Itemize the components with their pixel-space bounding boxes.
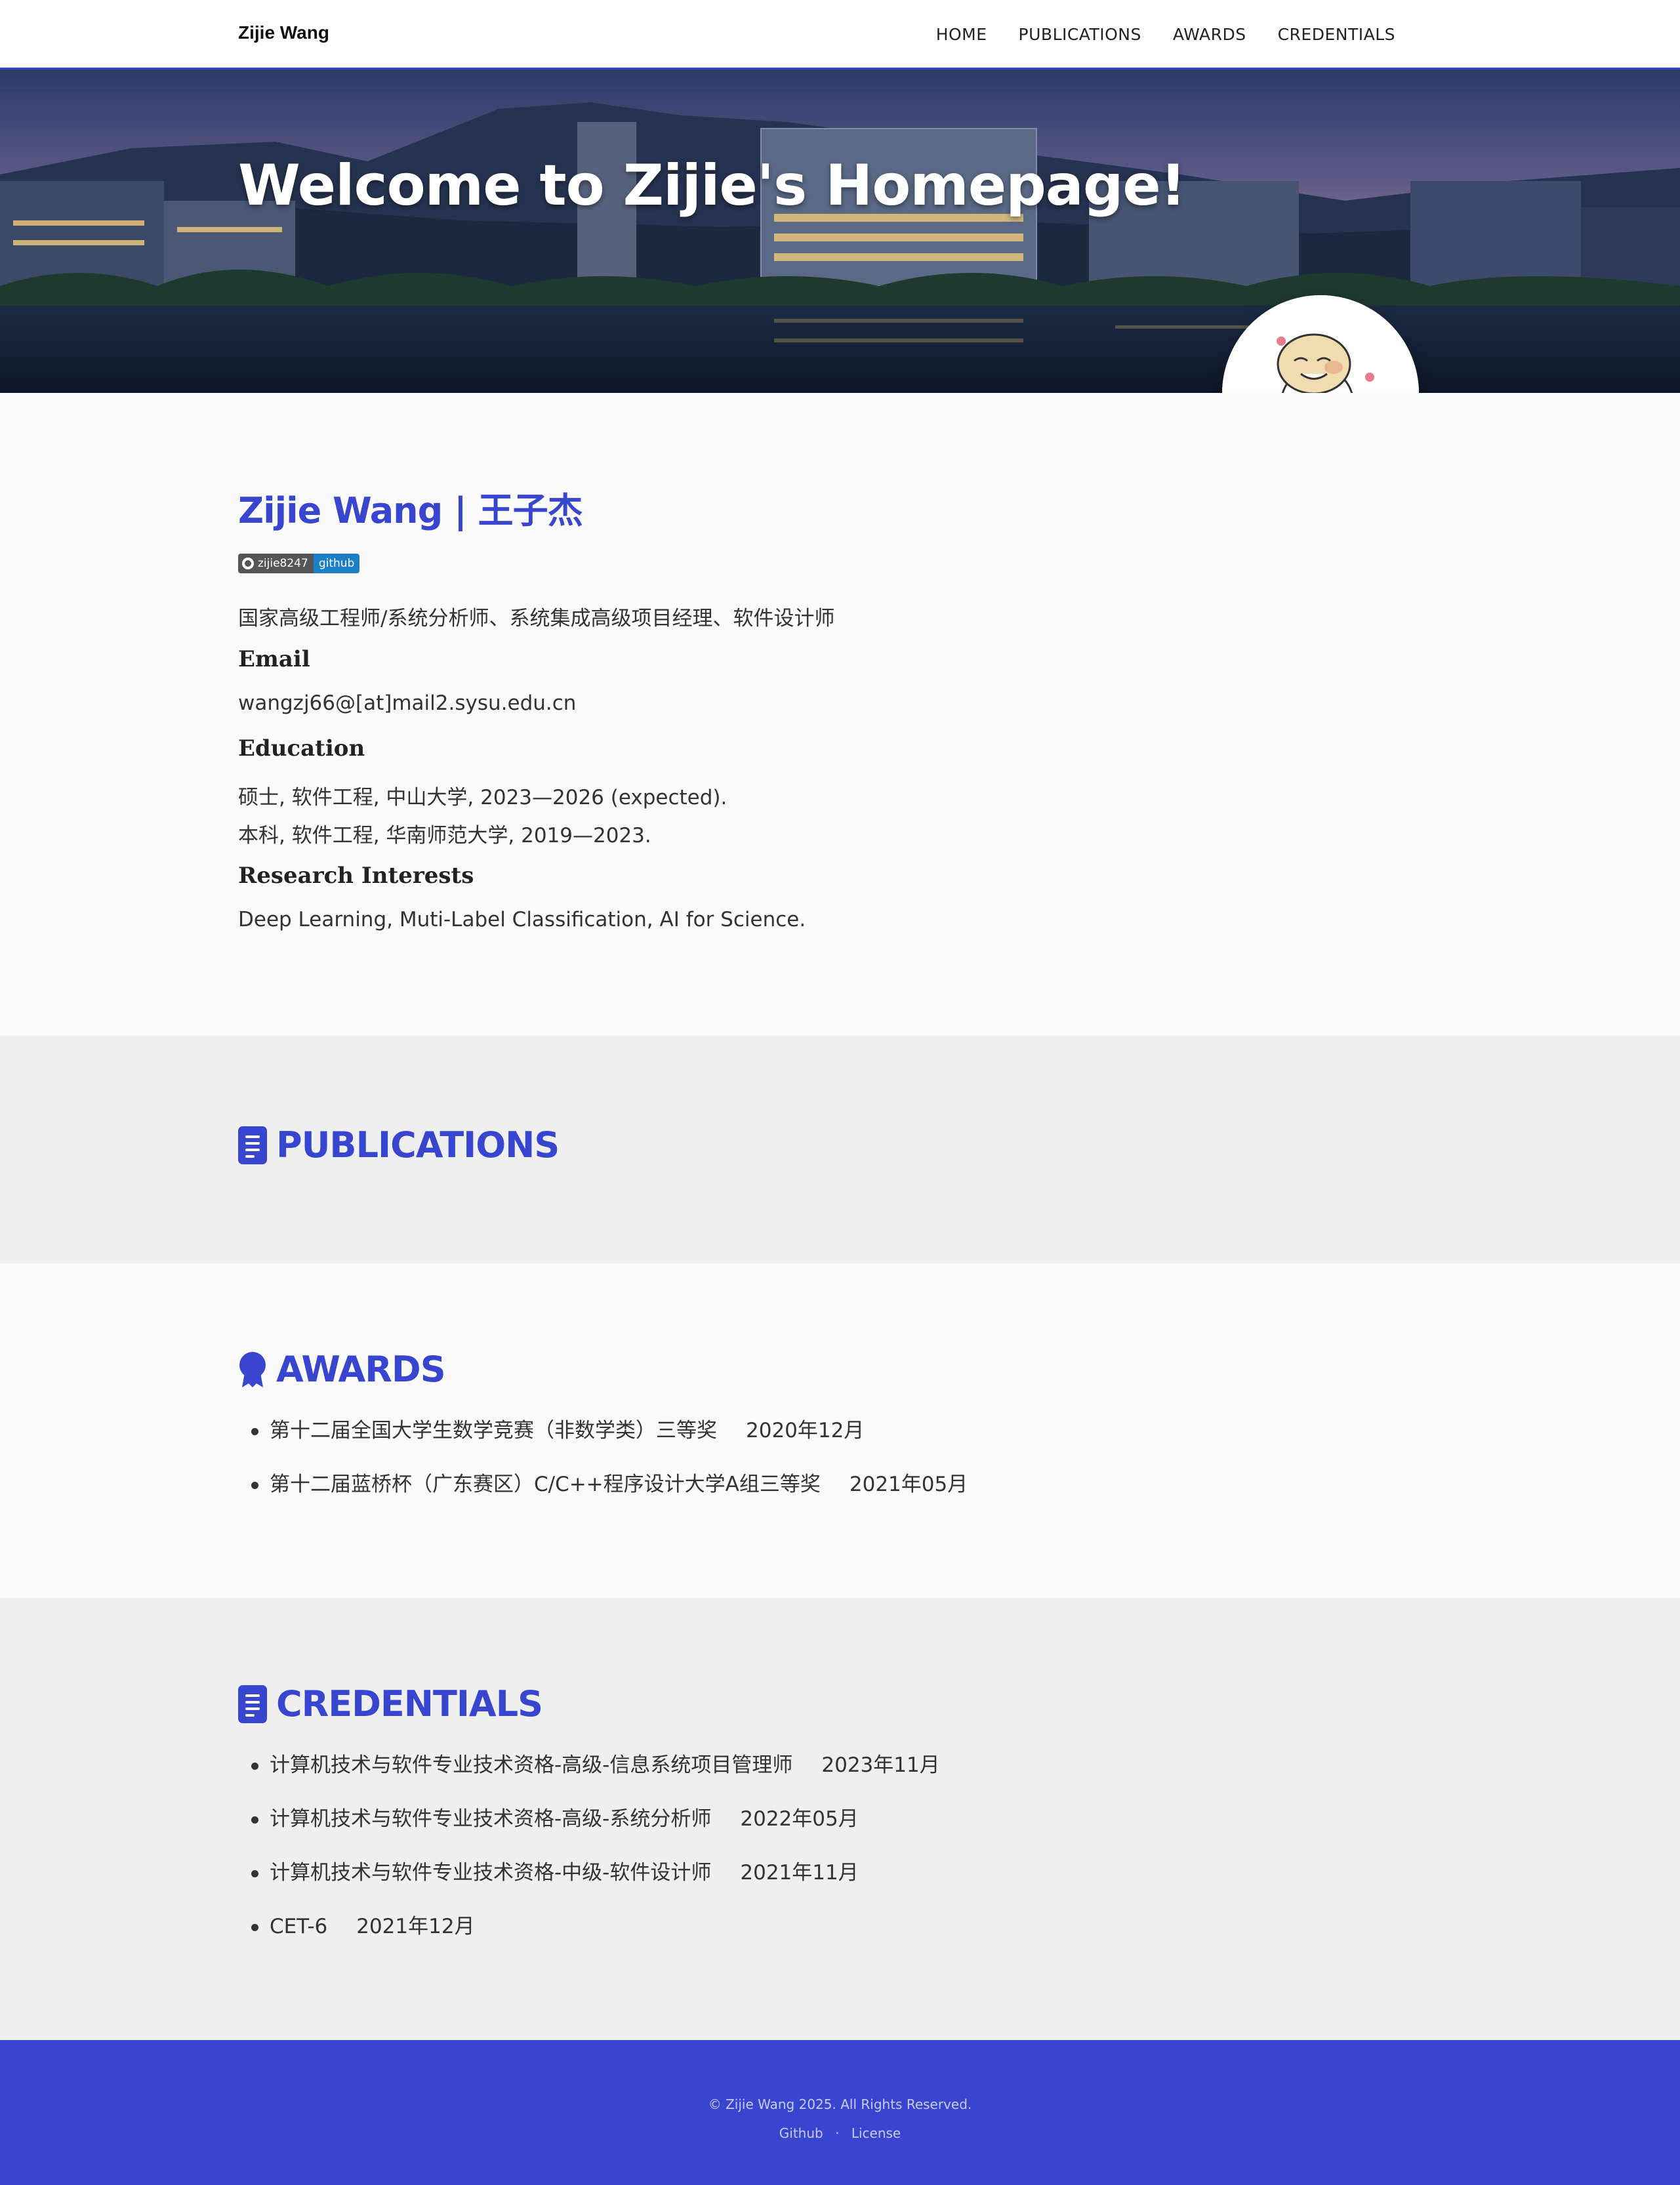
copyright-text: © Zijie Wang 2025. All Rights Reserved. <box>708 2096 972 2112</box>
email-address: wangzj66@[at]mail2.sysu.edu.cn <box>238 691 577 715</box>
credentials-list: 计算机技术与软件专业技术资格-高级-信息系统项目管理师 2023年11月 计算机技… <box>238 1753 940 1968</box>
education-master: 硕士, 软件工程, 中山大学, 2023—2026 (expected). <box>238 786 727 809</box>
job-titles: 国家高级工程师/系统分析师、系统集成高级项目经理、软件设计师 <box>238 607 835 630</box>
campus-night-image <box>0 70 1680 393</box>
list-item: 计算机技术与软件专业技术资格-高级-信息系统项目管理师 2023年11月 <box>238 1753 940 1807</box>
hero-banner: Welcome to Zijie's Homepage! <box>0 70 1680 393</box>
credential-date: 2023年11月 <box>821 1753 940 1777</box>
about-section: Zijie Wang | 王子杰 zijie8247 github 国家高级工程… <box>0 393 1680 1036</box>
credential-name: CET-6 <box>270 1915 328 1938</box>
list-item: 计算机技术与软件专业技术资格-中级-软件设计师 2021年11月 <box>238 1860 940 1914</box>
footer-separator: · <box>835 2125 840 2141</box>
nav-home[interactable]: HOME <box>936 25 987 44</box>
list-item: 第十二届蓝桥杯（广东赛区）C/C++程序设计大学A组三等奖 2021年05月 <box>238 1472 968 1526</box>
github-username: zijie8247 <box>258 557 308 570</box>
document-icon <box>238 1685 267 1723</box>
awards-title-text: AWARDS <box>276 1349 446 1390</box>
footer: © Zijie Wang 2025. All Rights Reserved. … <box>0 2040 1680 2185</box>
hero-title: Welcome to Zijie's Homepage! <box>238 153 1186 218</box>
award-icon <box>238 1351 267 1389</box>
footer-links: Github · License <box>0 2125 1680 2141</box>
award-date: 2021年05月 <box>849 1473 968 1496</box>
list-item: CET-6 2021年12月 <box>238 1914 940 1968</box>
list-item: 第十二届全国大学生数学竞赛（非数学类）三等奖 2020年12月 <box>238 1418 968 1472</box>
navbar: Zijie Wang HOME PUBLICATIONS AWARDS CRED… <box>0 0 1680 70</box>
nav-credentials[interactable]: CREDENTIALS <box>1278 25 1395 44</box>
credentials-section: CREDENTIALS 计算机技术与软件专业技术资格-高级-信息系统项目管理师 2… <box>0 1598 1680 2040</box>
research-interests: Deep Learning, Muti-Label Classification… <box>238 908 806 931</box>
credential-date: 2022年05月 <box>740 1807 859 1831</box>
award-name: 第十二届蓝桥杯（广东赛区）C/C++程序设计大学A组三等奖 <box>270 1473 821 1496</box>
credential-name: 计算机技术与软件专业技术资格-高级-系统分析师 <box>270 1807 712 1831</box>
credential-name: 计算机技术与软件专业技术资格-高级-信息系统项目管理师 <box>270 1753 793 1777</box>
footer-license-link[interactable]: License <box>851 2125 901 2141</box>
nav-awards[interactable]: AWARDS <box>1173 25 1246 44</box>
awards-section: AWARDS 第十二届全国大学生数学竞赛（非数学类）三等奖 2020年12月 第十… <box>0 1263 1680 1598</box>
email-heading: Email <box>238 646 310 672</box>
education-bachelor: 本科, 软件工程, 华南师范大学, 2019—2023. <box>238 824 651 847</box>
github-badge-user: zijie8247 <box>238 554 314 573</box>
credential-date: 2021年11月 <box>740 1861 859 1885</box>
education-heading: Education <box>238 735 365 762</box>
publications-section: PUBLICATIONS <box>0 1036 1680 1263</box>
publications-title: PUBLICATIONS <box>238 1124 560 1166</box>
brand-link[interactable]: Zijie Wang <box>238 22 329 43</box>
document-icon <box>238 1126 267 1164</box>
nav-publications[interactable]: PUBLICATIONS <box>1019 25 1141 44</box>
awards-list: 第十二届全国大学生数学竞赛（非数学类）三等奖 2020年12月 第十二届蓝桥杯（广… <box>238 1418 968 1526</box>
footer-github-link[interactable]: Github <box>779 2125 823 2141</box>
credential-date: 2021年12月 <box>356 1915 475 1938</box>
publications-title-text: PUBLICATIONS <box>276 1124 560 1166</box>
nav-links: HOME PUBLICATIONS AWARDS CREDENTIALS <box>936 25 1395 44</box>
github-badge[interactable]: zijie8247 github <box>238 554 360 573</box>
github-icon <box>242 558 254 569</box>
award-name: 第十二届全国大学生数学竞赛（非数学类）三等奖 <box>270 1419 717 1442</box>
awards-title: AWARDS <box>238 1349 446 1390</box>
credentials-title: CREDENTIALS <box>238 1683 543 1725</box>
award-date: 2020年12月 <box>746 1419 865 1442</box>
credential-name: 计算机技术与软件专业技术资格-中级-软件设计师 <box>270 1861 712 1885</box>
name-heading: Zijie Wang | 王子杰 <box>238 490 583 531</box>
github-badge-label: github <box>313 554 360 573</box>
research-heading: Research Interests <box>238 863 474 889</box>
credentials-title-text: CREDENTIALS <box>276 1683 543 1725</box>
list-item: 计算机技术与软件专业技术资格-高级-系统分析师 2022年05月 <box>238 1807 940 1860</box>
